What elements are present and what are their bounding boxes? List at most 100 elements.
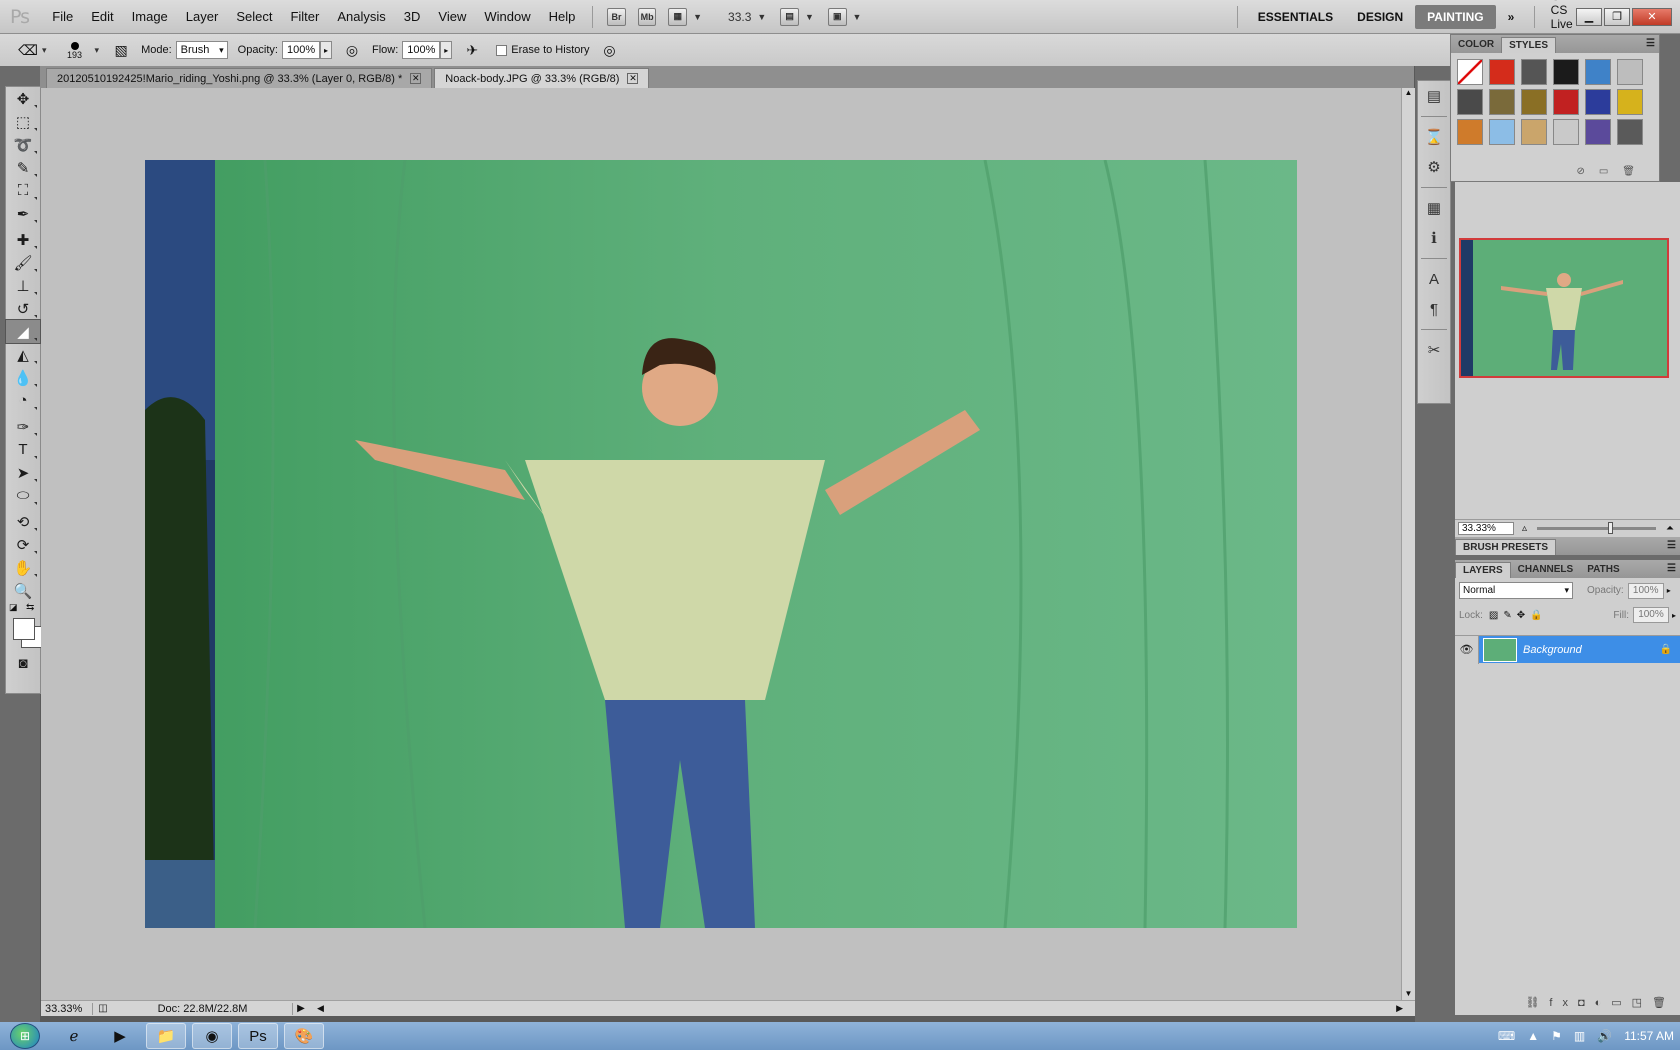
start-button[interactable]: ⊞: [10, 1023, 40, 1049]
taskbar-clock[interactable]: 11:57 AM: [1624, 1029, 1674, 1043]
style-swatch[interactable]: [1457, 89, 1483, 115]
chevron-down-icon[interactable]: ▼: [693, 12, 702, 22]
tab-paths[interactable]: PATHS: [1580, 562, 1626, 578]
arrange-documents-button[interactable]: ▤: [780, 7, 799, 26]
blend-mode-select[interactable]: Normal: [1459, 582, 1573, 599]
style-swatch[interactable]: [1457, 119, 1483, 145]
lock-transparent-icon[interactable]: ▨: [1489, 610, 1498, 621]
menu-image[interactable]: Image: [123, 0, 177, 34]
dodge-tool-icon[interactable]: ◔: [6, 389, 40, 412]
styles-footer-icons[interactable]: ⊘▭🗑: [1576, 166, 1649, 177]
lasso-tool-icon[interactable]: ➰: [6, 133, 40, 156]
default-colors-icon[interactable]: ◪: [9, 602, 18, 613]
zoom-level-field[interactable]: 33.3: [728, 10, 751, 24]
hand-tool-icon[interactable]: ✋: [6, 556, 40, 579]
style-swatch[interactable]: [1489, 89, 1515, 115]
layer-row[interactable]: 👁 Background 🔒: [1455, 635, 1680, 664]
eraser-tool-icon[interactable]: ⌫: [14, 39, 42, 61]
screen-mode-button[interactable]: ▣: [827, 7, 847, 26]
status-menu-arrow-icon[interactable]: ▶: [293, 1003, 309, 1014]
style-swatch[interactable]: [1617, 119, 1643, 145]
pen-tool-icon[interactable]: ✑: [6, 415, 40, 438]
menu-view[interactable]: View: [429, 0, 475, 34]
panel-menu-icon[interactable]: ☰: [1667, 563, 1676, 574]
style-swatch[interactable]: [1585, 119, 1611, 145]
document-tab[interactable]: 20120510192425!Mario_riding_Yoshi.png @ …: [46, 68, 433, 88]
3d-orbit-tool-icon[interactable]: ⟳: [6, 533, 40, 556]
zoom-in-icon[interactable]: ⏶: [1666, 523, 1674, 534]
paint-icon[interactable]: 🎨: [284, 1023, 324, 1049]
slider-knob[interactable]: [1608, 522, 1614, 534]
menu-edit[interactable]: Edit: [82, 0, 122, 34]
crop-tool-icon[interactable]: ⛶: [6, 179, 40, 202]
style-swatch[interactable]: [1521, 119, 1547, 145]
close-button[interactable]: ✕: [1632, 7, 1672, 26]
vertical-scrollbar[interactable]: ▲ ▼: [1401, 88, 1415, 1000]
visibility-eye-icon[interactable]: 👁: [1455, 635, 1479, 664]
path-selection-tool-icon[interactable]: ➤: [6, 461, 40, 484]
eraser-tool-icon[interactable]: ◢: [5, 319, 41, 344]
quick-selection-tool-icon[interactable]: ✎: [6, 156, 40, 179]
keyboard-icon[interactable]: ⌨: [1498, 1029, 1515, 1043]
media-player-icon[interactable]: ▶: [100, 1023, 140, 1049]
menu-window[interactable]: Window: [475, 0, 539, 34]
brush-tool-icon[interactable]: 🖌: [6, 251, 40, 274]
menu-3d[interactable]: 3D: [395, 0, 430, 34]
character-icon[interactable]: A: [1418, 264, 1450, 294]
swap-colors-icon[interactable]: ⇆: [26, 602, 34, 613]
brush-preset-picker[interactable]: 193: [55, 40, 95, 60]
menu-select[interactable]: Select: [227, 0, 281, 34]
file-explorer-icon[interactable]: 📁: [146, 1023, 186, 1049]
workspace-essentials[interactable]: ESSENTIALS: [1246, 5, 1345, 29]
chevron-down-icon[interactable]: ▼: [757, 12, 766, 22]
type-tool-icon[interactable]: T: [6, 438, 40, 461]
show-hidden-icons-icon[interactable]: ▲: [1527, 1029, 1539, 1043]
quick-mask-icon[interactable]: ◙: [6, 652, 40, 675]
airbrush-icon[interactable]: ✈: [458, 39, 486, 61]
panel-menu-icon[interactable]: ☰: [1667, 540, 1676, 551]
layer-name[interactable]: Background: [1523, 644, 1582, 656]
fill-input[interactable]: 100%: [1632, 607, 1669, 623]
eyedropper-tool-icon[interactable]: ✒: [6, 202, 40, 225]
document-image[interactable]: [145, 160, 1297, 928]
lock-all-icon[interactable]: 🔒: [1530, 610, 1542, 621]
menu-layer[interactable]: Layer: [177, 0, 228, 34]
shape-tool-icon[interactable]: ⬭: [6, 484, 40, 507]
tab-brush-presets[interactable]: BRUSH PRESETS: [1455, 539, 1557, 555]
style-swatch[interactable]: [1553, 59, 1579, 85]
minimize-button[interactable]: ▁: [1576, 7, 1602, 26]
erase-to-history-checkbox[interactable]: [496, 44, 508, 56]
mode-select[interactable]: Brush: [175, 41, 228, 59]
zoom-out-icon[interactable]: ▵: [1522, 523, 1527, 534]
tablet-pressure-opacity-icon[interactable]: ◎: [338, 39, 366, 61]
layer-opacity-input[interactable]: 100%: [1627, 582, 1664, 599]
flow-input[interactable]: 100%: [402, 41, 441, 59]
bridge-button[interactable]: Br: [607, 7, 626, 26]
history-brush-tool-icon[interactable]: ↺: [6, 297, 40, 320]
style-swatch[interactable]: [1521, 59, 1547, 85]
opacity-slider-toggle[interactable]: ▸: [320, 41, 332, 59]
style-swatch[interactable]: [1617, 59, 1643, 85]
tablet-pressure-size-icon[interactable]: ◎: [596, 39, 624, 61]
chevron-down-icon[interactable]: ▼: [805, 12, 814, 22]
healing-brush-tool-icon[interactable]: ✚: [6, 228, 40, 251]
actions-icon[interactable]: ⚙: [1418, 152, 1450, 182]
status-zoom[interactable]: 33.33%: [41, 1002, 93, 1015]
fill-arrow-icon[interactable]: ▸: [1672, 611, 1676, 620]
tool-presets-icon[interactable]: ✂: [1418, 335, 1450, 365]
workspace-design[interactable]: DESIGN: [1345, 5, 1415, 29]
tab-styles[interactable]: STYLES: [1501, 37, 1557, 53]
style-swatch[interactable]: [1489, 119, 1515, 145]
history-icon[interactable]: ⌛: [1418, 122, 1450, 152]
menu-file[interactable]: File: [43, 0, 82, 34]
marquee-tool-icon[interactable]: ⬚: [6, 110, 40, 133]
chevron-down-icon[interactable]: ▾: [95, 45, 100, 56]
menu-filter[interactable]: Filter: [281, 0, 328, 34]
network-icon[interactable]: ▥: [1574, 1029, 1585, 1043]
move-tool-icon[interactable]: ✥: [6, 87, 40, 110]
zoom-tool-icon[interactable]: 🔍: [6, 579, 40, 602]
lock-position-icon[interactable]: ✥: [1517, 610, 1525, 621]
panel-menu-icon[interactable]: ☰: [1646, 38, 1655, 49]
status-info-icon[interactable]: ◫: [93, 1003, 113, 1014]
more-workspaces-icon[interactable]: »: [1496, 5, 1527, 29]
